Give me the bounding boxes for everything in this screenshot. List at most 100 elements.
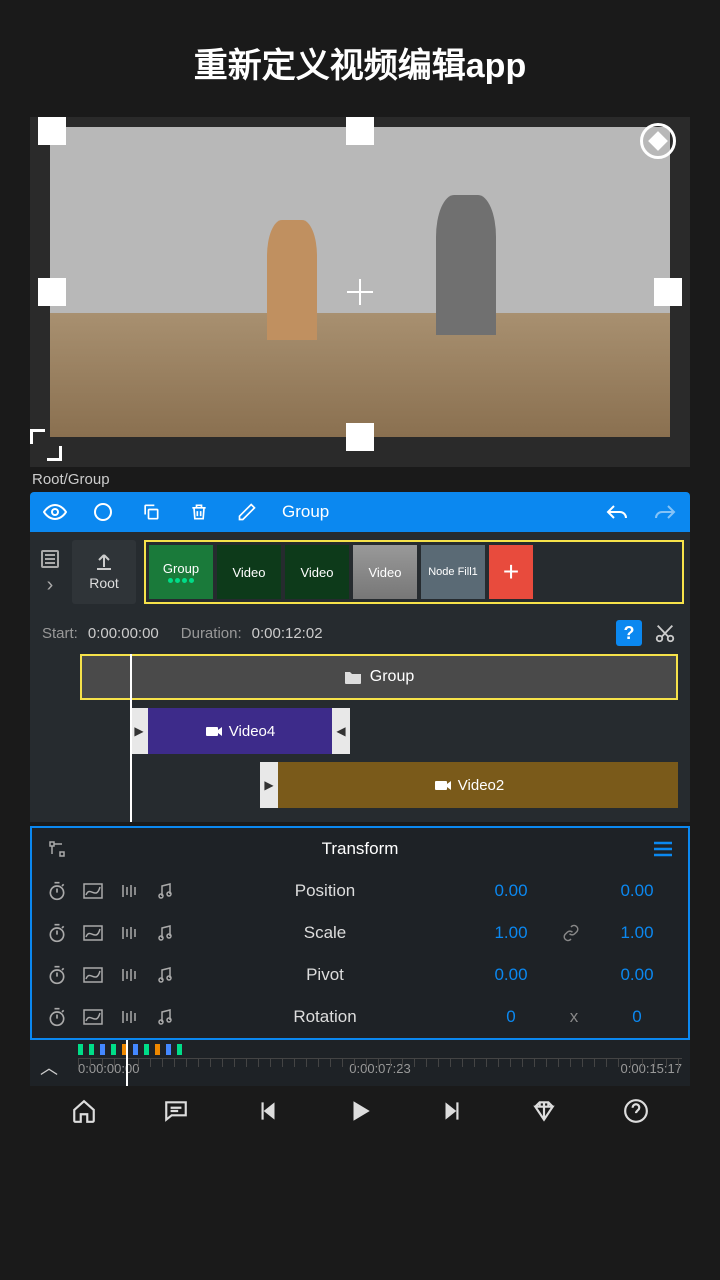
property-value-a[interactable]: 0 (474, 1007, 548, 1027)
clip-node-fill[interactable]: Node Fill1 (421, 545, 485, 599)
list-icon[interactable] (37, 546, 63, 572)
transform-row-rotation: Rotation 0x0 (32, 996, 688, 1038)
step-back-icon[interactable] (255, 1098, 281, 1124)
question-icon[interactable] (623, 1098, 649, 1124)
transform-panel: Transform Position0.000.00Scale1.001.00P… (30, 826, 690, 1040)
stopwatch-icon[interactable] (46, 922, 68, 944)
stopwatch-icon[interactable] (46, 1006, 68, 1028)
mini-playhead[interactable] (126, 1040, 128, 1086)
transform-row-pivot: Pivot 0.00 0.00 (32, 954, 688, 996)
clip-edge-left[interactable]: ▶ (130, 708, 148, 754)
music-icon[interactable] (154, 1006, 176, 1028)
mini-timeline[interactable]: ︿ 0:00:00:00 0:00:07:23 0:00:15:17 (30, 1040, 690, 1086)
track-video4[interactable]: ▶ Video4 ◀ (130, 708, 350, 754)
track-group[interactable]: Group (80, 654, 678, 700)
curve-icon[interactable] (82, 964, 104, 986)
stopwatch-icon[interactable] (46, 880, 68, 902)
property-label: Rotation (190, 1007, 460, 1027)
home-icon[interactable] (71, 1098, 97, 1124)
keyframe-markers (78, 1044, 682, 1056)
wiggle-icon[interactable] (118, 1006, 140, 1028)
duration-value[interactable]: 0:00:12:02 (252, 625, 323, 642)
clip-group[interactable]: Group (149, 545, 213, 599)
svg-text:?: ? (624, 623, 635, 643)
track-video2[interactable]: ▶ Video2 (260, 762, 678, 808)
property-label: Pivot (190, 965, 460, 985)
time-info-bar: Start: 0:00:00:00 Duration: 0:00:12:02 ? (30, 612, 690, 654)
wiggle-icon[interactable] (118, 964, 140, 986)
play-icon[interactable] (347, 1098, 373, 1124)
bottom-bar (30, 1086, 690, 1132)
property-value-a[interactable]: 1.00 (474, 923, 548, 943)
breadcrumb: Root/Group (30, 467, 690, 492)
transform-gizmo-icon[interactable] (44, 836, 70, 862)
chevron-up-icon[interactable]: ︿ (40, 1054, 58, 1080)
stopwatch-icon[interactable] (46, 964, 68, 986)
property-value-a[interactable]: 0.00 (474, 965, 548, 985)
time-tick-2: 0:00:15:17 (621, 1061, 682, 1084)
menu-icon[interactable] (650, 836, 676, 862)
clip-video-c[interactable]: Video (353, 545, 417, 599)
property-value-a[interactable]: 0.00 (474, 881, 548, 901)
copy-icon[interactable] (138, 499, 164, 525)
property-label: Position (190, 881, 460, 901)
value-separator: x (562, 1007, 586, 1027)
resize-handle-bottom-center[interactable] (346, 423, 374, 451)
toolbar: Group (30, 492, 690, 532)
crop-toggle-icon[interactable] (30, 429, 62, 461)
redo-icon[interactable] (652, 499, 678, 525)
root-label: Root (89, 575, 119, 591)
step-forward-icon[interactable] (439, 1098, 465, 1124)
resize-handle-mid-left[interactable] (38, 278, 66, 306)
comment-icon[interactable] (163, 1098, 189, 1124)
music-icon[interactable] (154, 880, 176, 902)
clip-strip: Group Video Video Video Node Fill1 + (144, 540, 684, 604)
curve-icon[interactable] (82, 1006, 104, 1028)
help-icon[interactable]: ? (616, 620, 642, 646)
chevron-right-icon[interactable]: › (37, 572, 63, 598)
edit-icon[interactable] (234, 499, 260, 525)
shape-circle-icon[interactable] (90, 499, 116, 525)
visibility-icon[interactable] (42, 499, 68, 525)
transform-row-position: Position 0.00 0.00 (32, 870, 688, 912)
preview-canvas[interactable] (30, 117, 690, 467)
wiggle-icon[interactable] (118, 922, 140, 944)
cut-icon[interactable] (652, 620, 678, 646)
editor: Root/Group Group › (30, 117, 690, 1132)
curve-icon[interactable] (82, 922, 104, 944)
property-value-b[interactable]: 0.00 (600, 965, 674, 985)
center-anchor-icon[interactable] (347, 279, 373, 305)
folder-icon (344, 669, 362, 685)
transform-row-scale: Scale1.001.00 (32, 912, 688, 954)
duration-label: Duration: (181, 625, 242, 642)
clip-strip-row: › Root Group Video Video Video Node Fill… (30, 532, 690, 612)
timeline[interactable]: Group ▶ Video4 ◀ ▶ Video2 (30, 654, 690, 822)
trash-icon[interactable] (186, 499, 212, 525)
rotate-handle[interactable] (640, 123, 676, 159)
clip-video-b[interactable]: Video (285, 545, 349, 599)
resize-handle-mid-right[interactable] (654, 278, 682, 306)
diamond-icon[interactable] (531, 1098, 557, 1124)
video-icon (434, 778, 452, 792)
root-card[interactable]: Root (72, 540, 136, 604)
clip-video-a[interactable]: Video (217, 545, 281, 599)
add-clip-button[interactable]: + (489, 545, 533, 599)
resize-handle-top-left[interactable] (38, 117, 66, 145)
undo-icon[interactable] (604, 499, 630, 525)
playhead[interactable] (130, 654, 132, 822)
clip-edge-right[interactable]: ◀ (332, 708, 350, 754)
music-icon[interactable] (154, 964, 176, 986)
clip-edge-left[interactable]: ▶ (260, 762, 278, 808)
resize-handle-top-center[interactable] (346, 117, 374, 145)
property-value-b[interactable]: 0.00 (600, 881, 674, 901)
property-value-b[interactable]: 0 (600, 1007, 674, 1027)
toolbar-active-label: Group (282, 502, 329, 522)
time-tick-1: 0:00:07:23 (349, 1061, 410, 1084)
curve-icon[interactable] (82, 880, 104, 902)
music-icon[interactable] (154, 922, 176, 944)
wiggle-icon[interactable] (118, 880, 140, 902)
start-value[interactable]: 0:00:00:00 (88, 625, 159, 642)
clip-dots-icon (168, 578, 194, 583)
link-icon[interactable] (562, 924, 586, 942)
property-value-b[interactable]: 1.00 (600, 923, 674, 943)
